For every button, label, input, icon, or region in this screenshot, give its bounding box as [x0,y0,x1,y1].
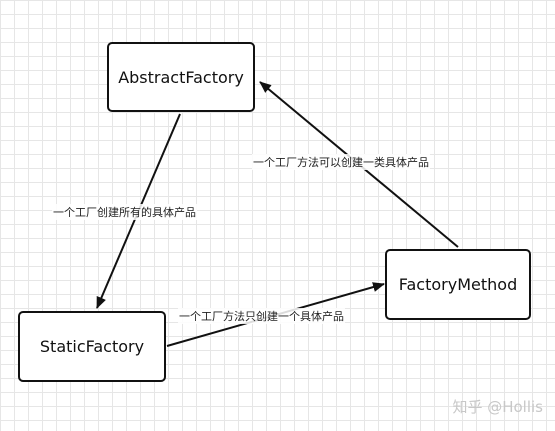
node-abstract-factory-label: AbstractFactory [118,67,244,87]
node-abstract-factory[interactable]: AbstractFactory [107,42,255,112]
node-static-factory[interactable]: StaticFactory [18,311,166,382]
edge-label-static-to-method: 一个工厂方法只创建一个具体产品 [178,308,345,324]
edge-label-method-to-abstract: 一个工厂方法可以创建一类具体产品 [252,154,430,170]
watermark: 知乎 @Hollis [452,398,543,416]
node-factory-method[interactable]: FactoryMethod [385,249,531,320]
node-static-factory-label: StaticFactory [39,337,145,356]
node-factory-method-label: FactoryMethod [398,275,518,294]
edge-label-abstract-to-static: 一个工厂创建所有的具体产品 [52,204,197,220]
